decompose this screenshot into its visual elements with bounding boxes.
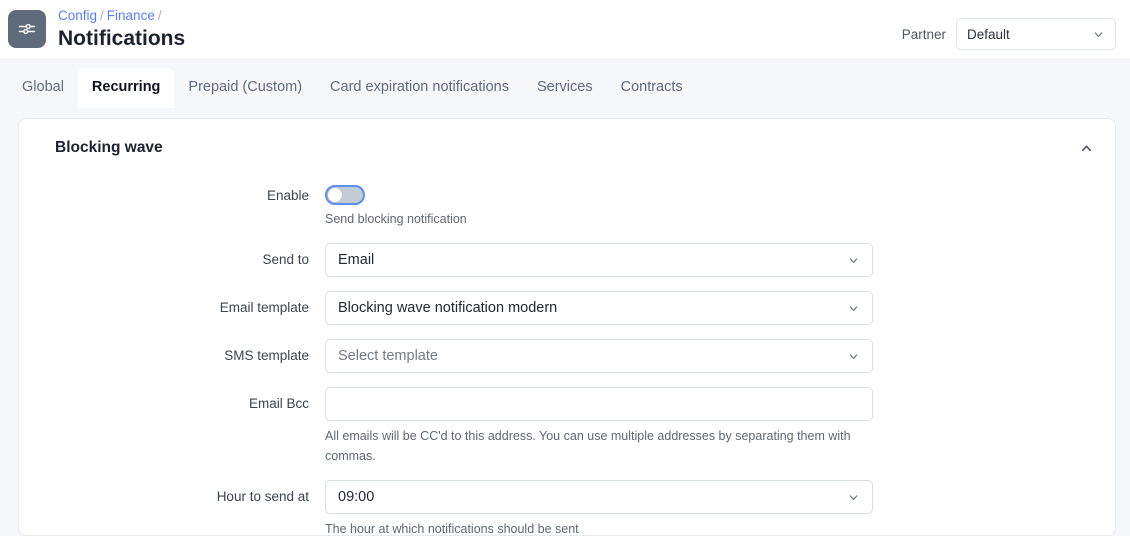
chevron-down-icon — [847, 491, 860, 504]
hour-to-send-at-value: 09:00 — [338, 489, 375, 505]
chevron-up-icon[interactable] — [1075, 137, 1097, 159]
page-title: Notifications — [58, 27, 186, 50]
tab-card-expiration-notifications[interactable]: Card expiration notifications — [316, 68, 523, 108]
email-template-select[interactable]: Blocking wave notification modern — [325, 291, 873, 325]
email-bcc-helper-text: All emails will be CC'd to this address.… — [325, 429, 851, 463]
breadcrumb-link-config[interactable]: Config — [58, 8, 97, 23]
content-area: Blocking wave Enable Send blocking notif… — [0, 108, 1130, 536]
send-to-select[interactable]: Email — [325, 243, 873, 277]
title-block: Config / Finance / Notifications — [58, 6, 185, 52]
hour-to-send-at-field: 09:00 The hour at which notifications sh… — [325, 480, 873, 536]
tab-global[interactable]: Global — [8, 68, 78, 108]
tab-services[interactable]: Services — [523, 68, 607, 108]
partner-label: Partner — [901, 26, 946, 42]
breadcrumb-separator-2: / — [157, 8, 162, 23]
enable-field: Send blocking notification — [325, 181, 873, 229]
header-right: Partner Default — [902, 6, 1116, 50]
sms-template-value: Select template — [338, 348, 438, 364]
hour-to-send-at-helper-text: The hour at which notifications should b… — [325, 522, 579, 536]
tab-prepaid-custom[interactable]: Prepaid (Custom) — [174, 68, 316, 108]
send-to-field: Email — [325, 243, 873, 277]
form-row-email-template: Email template Blocking wave notificatio… — [37, 291, 1097, 325]
card-header: Blocking wave — [37, 119, 1097, 177]
email-template-label: Email template — [219, 300, 309, 315]
blocking-wave-form: Enable Send blocking notification Send t… — [37, 177, 1097, 536]
chevron-down-icon — [847, 302, 860, 315]
breadcrumb-link-finance[interactable]: Finance — [107, 8, 155, 23]
form-row-send-to: Send to Email — [37, 243, 1097, 277]
email-bcc-label: Email Bcc — [248, 396, 309, 411]
chevron-down-icon — [847, 350, 860, 363]
form-row-email-bcc: Email Bcc All emails will be CC'd to thi… — [37, 387, 1097, 466]
partner-select-value: Default — [967, 26, 1010, 42]
sms-template-select[interactable]: Select template — [325, 339, 873, 373]
sms-template-label: SMS template — [224, 348, 309, 363]
hour-to-send-at-label: Hour to send at — [216, 489, 309, 504]
breadcrumb: Config / Finance / — [58, 7, 185, 24]
enable-toggle[interactable] — [325, 185, 365, 205]
form-row-enable: Enable Send blocking notification — [37, 181, 1097, 229]
form-row-sms-template: SMS template Select template — [37, 339, 1097, 373]
breadcrumb-separator: / — [100, 8, 104, 23]
sms-template-field: Select template — [325, 339, 873, 373]
hour-to-send-at-select[interactable]: 09:00 — [325, 480, 873, 514]
card-title: Blocking wave — [55, 139, 163, 156]
tab-bar: Global Recurring Prepaid (Custom) Card e… — [0, 58, 1130, 108]
tab-contracts[interactable]: Contracts — [607, 68, 697, 108]
form-row-hour-to-send-at: Hour to send at 09:00 The hour at which … — [37, 480, 1097, 536]
email-bcc-field: All emails will be CC'd to this address.… — [325, 387, 873, 466]
blocking-wave-card: Blocking wave Enable Send blocking notif… — [18, 118, 1116, 536]
sliders-icon — [8, 10, 46, 48]
partner-select[interactable]: Default — [956, 18, 1116, 50]
chevron-down-icon — [1092, 28, 1105, 41]
email-template-field: Blocking wave notification modern — [325, 291, 873, 325]
enable-helper-text: Send blocking notification — [325, 212, 467, 226]
page-header: Config / Finance / Notifications Partner De… — [0, 0, 1130, 58]
enable-label: Enable — [266, 188, 309, 203]
email-bcc-input[interactable] — [325, 387, 873, 421]
notifications-settings-page: Config / Finance / Notifications Partner De… — [0, 0, 1130, 536]
send-to-label: Send to — [262, 252, 309, 267]
toggle-knob — [328, 188, 342, 202]
send-to-value: Email — [338, 252, 375, 268]
tab-recurring[interactable]: Recurring — [77, 68, 175, 108]
email-template-value: Blocking wave notification modern — [338, 300, 558, 316]
chevron-down-icon — [847, 254, 860, 267]
